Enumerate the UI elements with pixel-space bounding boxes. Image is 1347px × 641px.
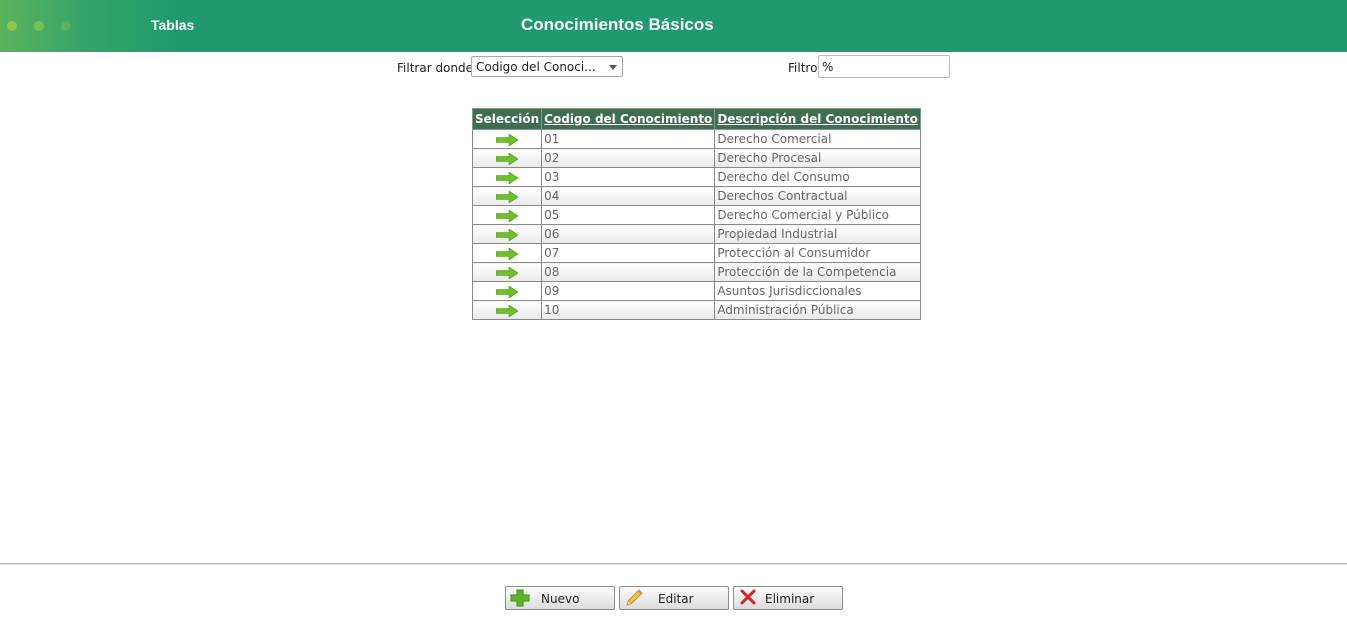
description-cell: Derecho Comercial: [714, 129, 921, 149]
filter-input[interactable]: [818, 55, 950, 78]
select-cell[interactable]: [471, 224, 543, 244]
filter-field-value: Codigo del Conoci...: [476, 60, 596, 74]
code-cell: 07: [541, 243, 716, 263]
select-cell[interactable]: [471, 281, 543, 301]
new-button-label: Nuevo: [541, 592, 580, 606]
code-cell: 08: [541, 262, 716, 282]
table-row[interactable]: 04 Derechos Contractual: [471, 186, 921, 206]
filter-field-select[interactable]: Codigo del Conoci...: [471, 56, 623, 77]
code-cell: 02: [541, 148, 716, 168]
description-cell: Derecho Comercial y Público: [714, 205, 921, 225]
column-header-code[interactable]: Codigo del Conocimiento: [541, 108, 716, 130]
column-header-selection: Selección: [471, 108, 543, 130]
select-cell[interactable]: [471, 129, 543, 149]
description-cell: Administración Pública: [714, 300, 921, 320]
description-cell: Protección de la Competencia: [714, 262, 921, 282]
edit-button-label: Editar: [658, 592, 694, 606]
arrow-right-icon[interactable]: [496, 171, 519, 184]
select-cell[interactable]: [471, 148, 543, 168]
pencil-icon: [626, 589, 643, 606]
arrow-right-icon[interactable]: [496, 190, 519, 203]
header-dot-1: [7, 21, 17, 31]
description-cell: Derechos Contractual: [714, 186, 921, 206]
arrow-right-icon[interactable]: [496, 133, 519, 146]
table-row[interactable]: 10 Administración Pública: [471, 300, 921, 320]
delete-button[interactable]: Eliminar: [733, 586, 843, 610]
description-cell: Protección al Consumidor: [714, 243, 921, 263]
arrow-right-icon[interactable]: [496, 228, 519, 241]
select-cell[interactable]: [471, 262, 543, 282]
table-header-row: Selección Codigo del Conocimiento Descri…: [471, 108, 921, 130]
select-cell[interactable]: [471, 300, 543, 320]
divider: [0, 563, 1347, 565]
code-cell: 06: [541, 224, 716, 244]
description-cell: Derecho Procesal: [714, 148, 921, 168]
table-row[interactable]: 05 Derecho Comercial y Público: [471, 205, 921, 225]
chevron-down-icon: [609, 65, 617, 70]
arrow-right-icon[interactable]: [496, 285, 519, 298]
table-row[interactable]: 06 Propiedad Industrial: [471, 224, 921, 244]
table-row[interactable]: 09 Asuntos Jurisdiccionales: [471, 281, 921, 301]
filter-label: Filtro: [788, 61, 818, 75]
delete-button-label: Eliminar: [765, 592, 815, 606]
filter-where-label: Filtrar donde: [397, 61, 474, 75]
arrow-right-icon[interactable]: [496, 247, 519, 260]
column-header-description[interactable]: Descripción del Conocimiento: [714, 108, 921, 130]
select-cell[interactable]: [471, 205, 543, 225]
app-title[interactable]: Tablas: [151, 17, 194, 33]
knowledge-table: Selección Codigo del Conocimiento Descri…: [471, 108, 921, 320]
table-row[interactable]: 01 Derecho Comercial: [471, 129, 921, 149]
table-row[interactable]: 07 Protección al Consumidor: [471, 243, 921, 263]
table-row[interactable]: 08 Protección de la Competencia: [471, 262, 921, 282]
description-cell: Propiedad Industrial: [714, 224, 921, 244]
table-row[interactable]: 02 Derecho Procesal: [471, 148, 921, 168]
description-cell: Asuntos Jurisdiccionales: [714, 281, 921, 301]
arrow-right-icon[interactable]: [496, 152, 519, 165]
header-dot-3: [61, 21, 71, 31]
code-cell: 03: [541, 167, 716, 187]
code-cell: 09: [541, 281, 716, 301]
table-body: 01 Derecho Comercial 02 Derecho Procesal 03 D…: [471, 129, 921, 320]
arrow-right-icon[interactable]: [496, 209, 519, 222]
arrow-right-icon[interactable]: [496, 304, 519, 317]
select-cell[interactable]: [471, 186, 543, 206]
code-cell: 10: [541, 300, 716, 320]
select-cell[interactable]: [471, 243, 543, 263]
new-button[interactable]: Nuevo: [505, 586, 615, 610]
plus-icon: [510, 589, 530, 607]
page-title: Conocimientos Básicos: [521, 15, 714, 34]
arrow-right-icon[interactable]: [496, 266, 519, 279]
code-cell: 04: [541, 186, 716, 206]
header-bar: Tablas Conocimientos Básicos: [0, 0, 1347, 52]
header-dot-2: [34, 21, 44, 31]
code-cell: 05: [541, 205, 716, 225]
edit-button[interactable]: Editar: [619, 586, 729, 610]
table-row[interactable]: 03 Derecho del Consumo: [471, 167, 921, 187]
select-cell[interactable]: [471, 167, 543, 187]
code-cell: 01: [541, 129, 716, 149]
x-icon: [740, 589, 756, 605]
description-cell: Derecho del Consumo: [714, 167, 921, 187]
